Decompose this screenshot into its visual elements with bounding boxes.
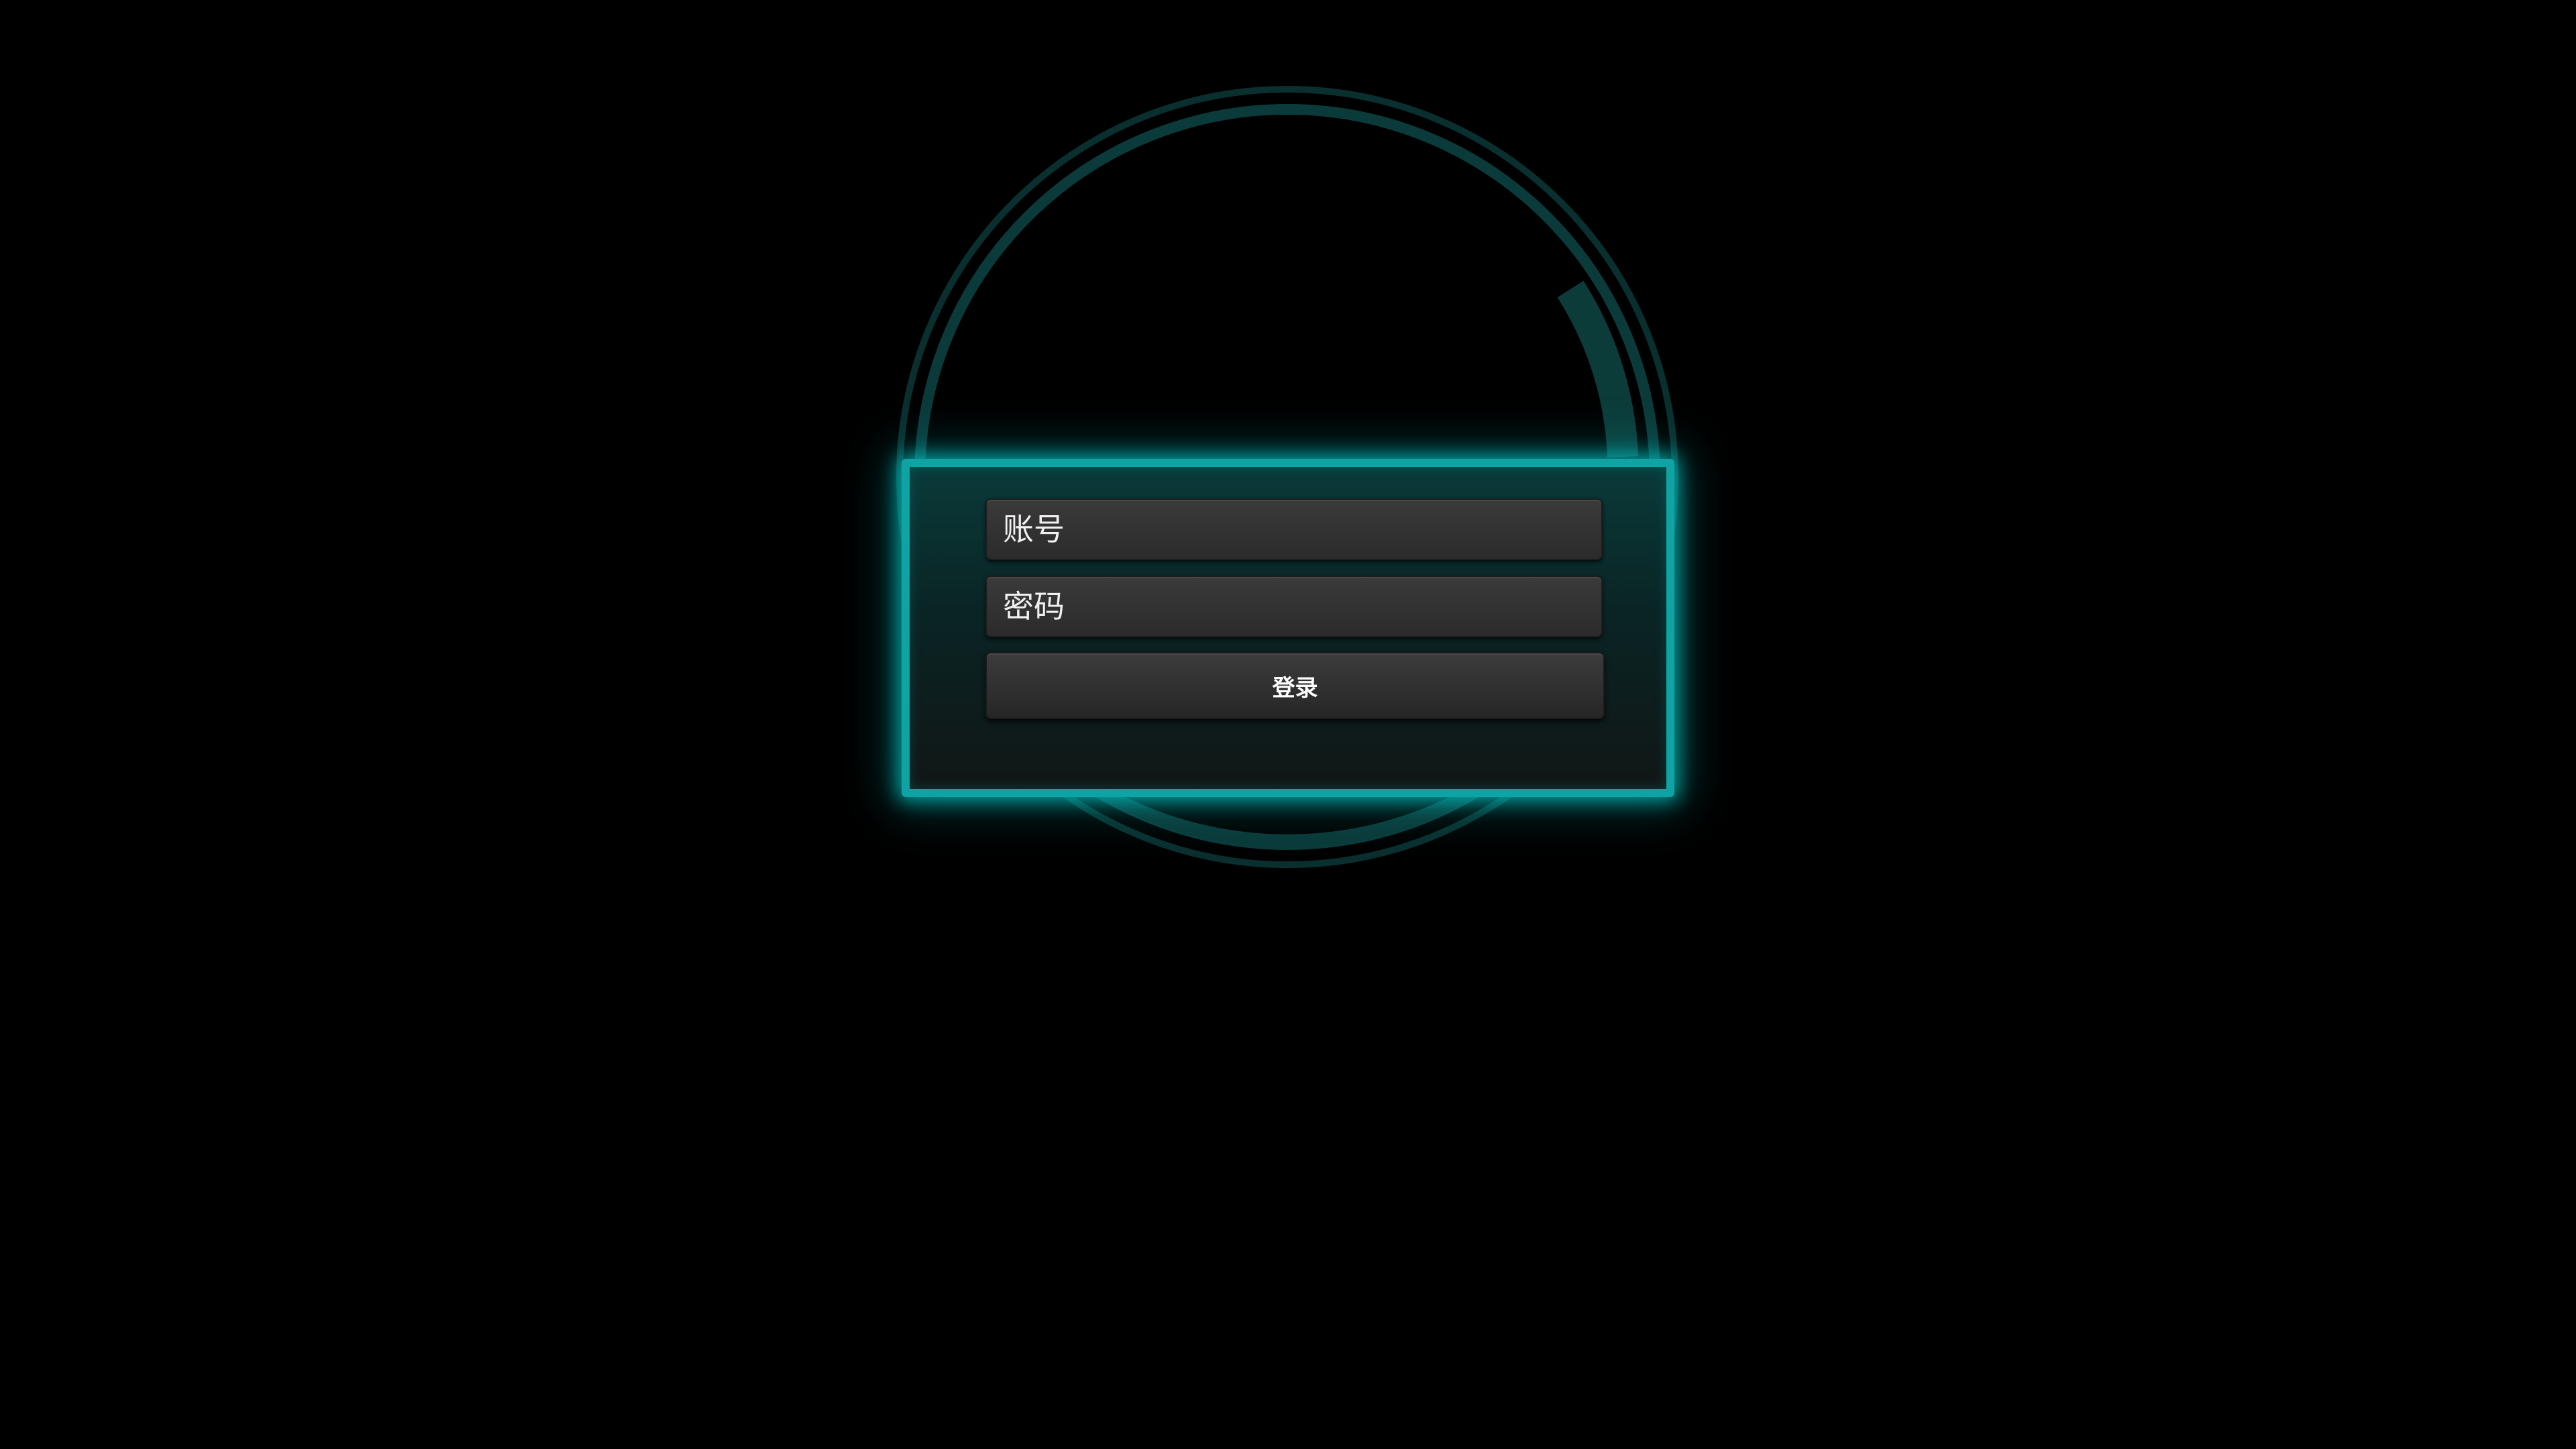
password-input[interactable]	[985, 576, 1603, 637]
login-panel: 登录	[902, 459, 1674, 797]
login-screen: 登录	[0, 0, 2576, 1449]
account-input[interactable]	[985, 498, 1603, 560]
login-button[interactable]: 登录	[985, 652, 1605, 719]
